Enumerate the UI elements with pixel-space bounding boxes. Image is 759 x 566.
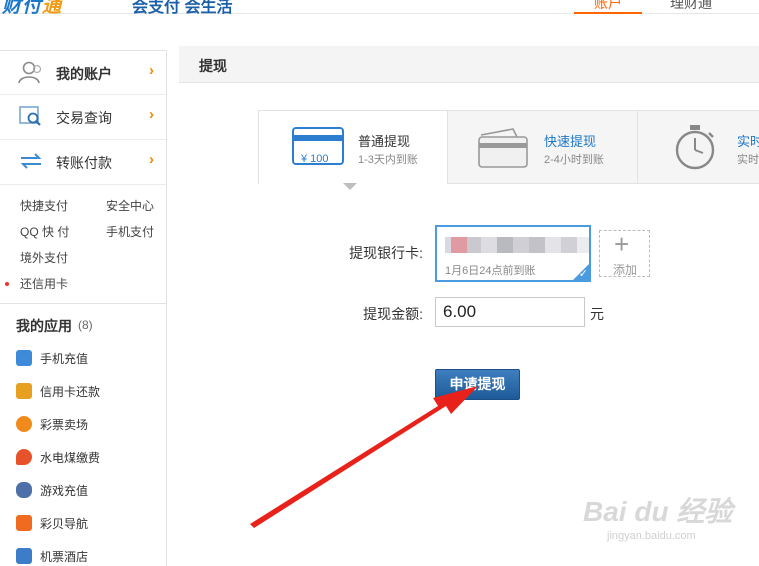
chevron-right-icon: › xyxy=(149,62,154,79)
watermark-main: Bai du 经验 xyxy=(583,496,733,527)
app-item-game-recharge[interactable]: 游戏充值 xyxy=(0,474,166,507)
card-icon xyxy=(477,127,529,174)
app-label: 手机充值 xyxy=(40,352,89,366)
active-tab-pointer xyxy=(343,183,357,190)
sidebar-item-label: 交易查询 xyxy=(56,110,112,126)
add-bank-card-button[interactable]: + 添加 xyxy=(599,229,650,277)
tab-fast-withdraw[interactable]: 快速提现 2-4小时到账 xyxy=(448,111,638,184)
app-label: 彩贝导航 xyxy=(40,517,89,531)
sidebar-item-label: 转账付款 xyxy=(56,155,112,171)
apply-withdraw-button[interactable]: 申请提现 xyxy=(435,369,520,400)
sidebar-item-transactions[interactable]: 交易查询 › xyxy=(0,95,166,140)
caibei-icon xyxy=(16,515,32,531)
app-item-phone-recharge[interactable]: 手机充值 xyxy=(0,342,166,375)
search-doc-icon xyxy=(18,104,44,128)
app-label: 信用卡还款 xyxy=(40,385,101,399)
logo-text-orange: 通 xyxy=(42,0,63,17)
credit-card-icon xyxy=(16,383,32,399)
gamepad-icon xyxy=(16,482,32,498)
tab-normal-withdraw[interactable]: ¥ 100 普通提现 1-3天内到账 xyxy=(259,111,448,184)
logo-text-blue: 财付 xyxy=(2,0,43,17)
top-header: 财付通 会支付 会生活 账户 理财通 xyxy=(0,0,759,17)
phone-recharge-icon xyxy=(16,350,32,366)
amount-unit: 元 xyxy=(590,306,604,322)
amount-label: 提现金额: xyxy=(363,306,423,322)
my-apps-title: 我的应用 xyxy=(16,318,72,334)
checkmark-icon: ✓ xyxy=(578,268,588,280)
my-apps-header: 我的应用 (8) xyxy=(0,304,166,342)
app-item-lottery[interactable]: 彩票卖场 xyxy=(0,408,166,441)
flame-icon xyxy=(16,449,32,465)
link-quick-pay[interactable]: 快捷支付 xyxy=(20,197,68,214)
page-root: 财付通 会支付 会生活 账户 理财通 我的账户 › 交易查询 › 转账付款 › xyxy=(0,0,759,566)
tab-realtime-withdraw[interactable]: 实时 实时 xyxy=(638,111,759,184)
app-label: 游戏充值 xyxy=(40,484,89,498)
withdraw-type-tabs: ¥ 100 普通提现 1-3天内到账 快速提现 2-4小时到账 实时 实时 xyxy=(258,110,759,184)
tab-name: 普通提现 xyxy=(358,134,411,149)
sidebar-item-label: 我的账户 xyxy=(56,66,112,82)
app-item-credit-card[interactable]: 信用卡还款 xyxy=(0,375,166,408)
user-icon xyxy=(18,60,44,84)
app-label: 彩票卖场 xyxy=(40,418,89,432)
sidebar-item-my-account[interactable]: 我的账户 › xyxy=(0,50,166,95)
lottery-icon xyxy=(16,416,32,432)
tab-sub: 1-3天内到账 xyxy=(358,154,418,166)
logo[interactable]: 财付通 xyxy=(2,0,62,18)
bank-card-arrival-note: 1月6日24点前到账 xyxy=(445,265,536,277)
link-overseas-pay[interactable]: 境外支付 xyxy=(20,249,68,266)
tab-licaitong[interactable]: 理财通 xyxy=(670,0,712,13)
link-qq-pay[interactable]: QQ 快 付 xyxy=(20,223,69,240)
app-item-flights-hotels[interactable]: 机票酒店 xyxy=(0,540,166,566)
chevron-right-icon: › xyxy=(149,151,154,168)
sidebar: 我的账户 › 交易查询 › 转账付款 › 快捷支付 安全中心 QQ 快 付 手机 xyxy=(0,50,167,566)
my-apps-count: (8) xyxy=(78,318,93,332)
tab-account[interactable]: 账户 xyxy=(574,0,642,14)
active-dot xyxy=(5,282,9,286)
baidu-watermark: Bai du 经验 jingyan.baidu.com xyxy=(583,490,743,550)
logo-slogan: 会支付 会生活 xyxy=(132,0,233,16)
tab-name: 实时 xyxy=(737,134,759,149)
app-label: 水电煤缴费 xyxy=(40,451,101,465)
amount-input[interactable] xyxy=(435,297,585,327)
sidebar-item-transfer[interactable]: 转账付款 › xyxy=(0,140,166,185)
transfer-icon xyxy=(18,149,44,173)
tab-sub: 2-4小时到账 xyxy=(544,154,604,166)
quick-links: 快捷支付 安全中心 QQ 快 付 手机支付 境外支付 还信用卡 xyxy=(0,185,166,304)
link-mobile-pay[interactable]: 手机支付 xyxy=(106,223,154,240)
tab-name: 快速提现 xyxy=(544,134,597,149)
blurred-card-number xyxy=(437,227,589,259)
card-amount-text: ¥ 100 xyxy=(301,153,329,165)
stopwatch-icon xyxy=(669,123,721,176)
section-title: 提现 xyxy=(199,58,227,74)
plane-icon xyxy=(16,548,32,564)
watermark-sub: jingyan.baidu.com xyxy=(607,530,696,542)
link-security-center[interactable]: 安全中心 xyxy=(106,197,154,214)
link-repay-credit-card[interactable]: 还信用卡 xyxy=(20,275,68,292)
add-label: 添加 xyxy=(613,263,638,277)
app-item-caibei[interactable]: 彩贝导航 xyxy=(0,507,166,540)
tab-sub: 实时 xyxy=(737,154,759,166)
app-label: 机票酒店 xyxy=(40,550,89,564)
section-header: 提现 xyxy=(179,46,759,83)
app-item-utilities[interactable]: 水电煤缴费 xyxy=(0,441,166,474)
bank-card-option[interactable]: 1月6日24点前到账 ✓ xyxy=(435,225,591,282)
chevron-right-icon: › xyxy=(149,106,154,123)
bank-card-label: 提现银行卡: xyxy=(349,245,423,261)
plus-icon: + xyxy=(614,229,630,259)
